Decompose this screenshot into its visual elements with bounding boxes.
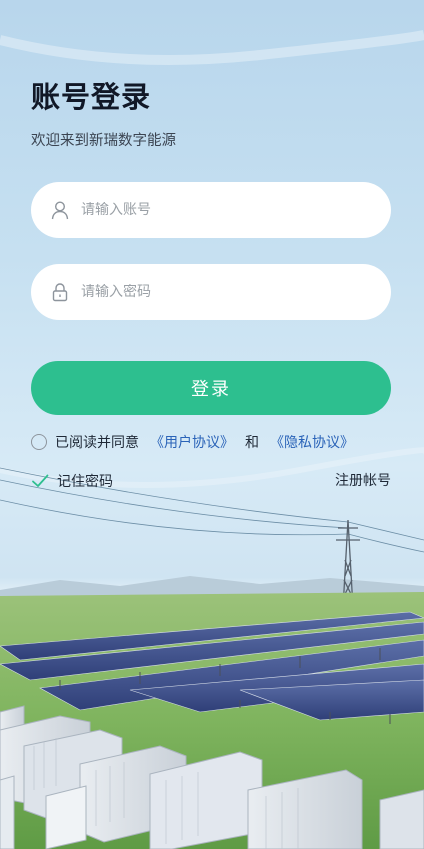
user-agreement-link[interactable]: 《用户协议》 <box>150 432 234 452</box>
solar-field-background <box>0 30 424 849</box>
remember-password-label: 记住密码 <box>57 474 113 490</box>
username-input[interactable] <box>81 202 351 218</box>
username-field[interactable] <box>31 182 391 238</box>
agreement-row: 已阅读并同意 《用户协议》 和 《隐私协议》 <box>31 431 354 453</box>
welcome-subtitle: 欢迎来到新瑞数字能源 <box>31 133 176 149</box>
privacy-policy-link[interactable]: 《隐私协议》 <box>270 432 354 452</box>
login-page: 账号登录 欢迎来到新瑞数字能源 登录 已阅读并同意 《用户协议》 和 《隐私协议… <box>0 0 424 849</box>
lock-icon <box>49 281 71 303</box>
password-field[interactable] <box>31 264 391 320</box>
user-icon <box>49 199 71 221</box>
remember-password[interactable]: 记住密码 <box>31 470 113 492</box>
register-link[interactable]: 注册帐号 <box>335 470 391 492</box>
agreement-conjunction: 和 <box>245 435 259 451</box>
agreement-radio[interactable] <box>31 434 47 450</box>
password-input[interactable] <box>81 284 351 300</box>
checkmark-icon[interactable] <box>31 472 49 490</box>
login-button[interactable]: 登录 <box>31 361 391 415</box>
agreement-prefix: 已阅读并同意 <box>55 435 139 451</box>
page-title: 账号登录 <box>31 80 152 114</box>
